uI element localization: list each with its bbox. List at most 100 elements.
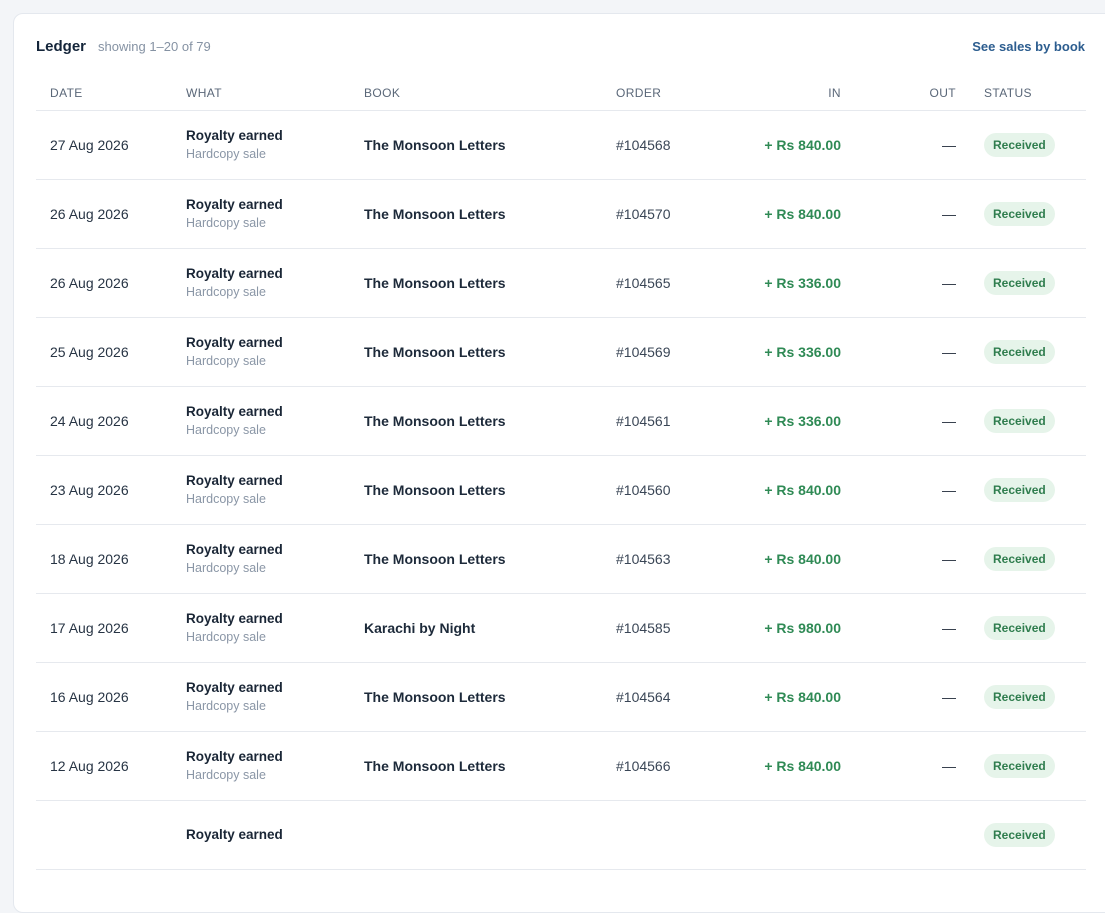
row-order-id[interactable]: #104560	[616, 482, 671, 498]
row-date: 26 Aug 2026	[50, 275, 129, 291]
row-book[interactable]: The Monsoon Letters	[364, 413, 506, 429]
column-header-out[interactable]: OUT	[841, 76, 956, 111]
row-what: Royalty earned	[186, 266, 283, 281]
row-order-id[interactable]: #104563	[616, 551, 671, 567]
row-what: Royalty earned	[186, 128, 283, 143]
status-badge: Received	[984, 133, 1055, 157]
column-header-book[interactable]: BOOK	[364, 76, 616, 111]
table-row[interactable]: 26 Aug 2026 Royalty earned Hardcopy sale…	[36, 179, 1086, 249]
status-badge: Received	[984, 409, 1055, 433]
status-badge: Received	[984, 340, 1055, 364]
row-date: 23 Aug 2026	[50, 482, 129, 498]
row-what-detail: Hardcopy sale	[186, 285, 266, 299]
row-order-id[interactable]: #104565	[616, 275, 671, 291]
row-what-detail: Hardcopy sale	[186, 768, 266, 782]
row-date: 18 Aug 2026	[50, 551, 129, 567]
row-order-id[interactable]: #104585	[616, 620, 671, 636]
status-badge: Received	[984, 754, 1055, 778]
row-in-amount: + Rs 840.00	[764, 482, 841, 498]
table-row[interactable]: 24 Aug 2026 Royalty earned Hardcopy sale…	[36, 386, 1086, 456]
row-book[interactable]: The Monsoon Letters	[364, 275, 506, 291]
row-what-detail: Hardcopy sale	[186, 699, 266, 713]
table-header-row: DATE WHAT BOOK ORDER IN OUT STATUS	[36, 76, 1086, 111]
row-out-amount: —	[942, 344, 956, 360]
column-header-in[interactable]: IN	[736, 76, 841, 111]
row-out-amount: —	[942, 758, 956, 774]
row-what-detail: Hardcopy sale	[186, 423, 266, 437]
table-row[interactable]: 25 Aug 2026 Royalty earned Hardcopy sale…	[36, 317, 1086, 387]
row-what: Royalty earned	[186, 611, 283, 626]
row-book[interactable]: The Monsoon Letters	[364, 482, 506, 498]
table-row[interactable]: 16 Aug 2026 Royalty earned Hardcopy sale…	[36, 662, 1086, 732]
row-what-detail: Hardcopy sale	[186, 354, 266, 368]
row-out-amount: —	[942, 551, 956, 567]
status-badge: Received	[984, 271, 1055, 295]
row-date: 16 Aug 2026	[50, 689, 129, 705]
row-in-amount: + Rs 840.00	[764, 137, 841, 153]
table-row[interactable]: 26 Aug 2026 Royalty earned Hardcopy sale…	[36, 248, 1086, 318]
row-date: 17 Aug 2026	[50, 620, 129, 636]
row-book[interactable]: The Monsoon Letters	[364, 137, 506, 153]
row-what: Royalty earned	[186, 335, 283, 350]
row-in-amount: + Rs 840.00	[764, 758, 841, 774]
status-badge: Received	[984, 202, 1055, 226]
table-row[interactable]: Royalty earned Received	[36, 800, 1086, 870]
row-in-amount: + Rs 336.00	[764, 413, 841, 429]
row-date: 27 Aug 2026	[50, 137, 129, 153]
row-out-amount: —	[942, 275, 956, 291]
row-what: Royalty earned	[186, 680, 283, 695]
row-out-amount: —	[942, 137, 956, 153]
row-order-id[interactable]: #104569	[616, 344, 671, 360]
column-header-status[interactable]: STATUS	[956, 76, 1086, 111]
row-book[interactable]: Karachi by Night	[364, 620, 475, 636]
row-date: 26 Aug 2026	[50, 206, 129, 222]
row-what: Royalty earned	[186, 404, 283, 419]
row-date: 12 Aug 2026	[50, 758, 129, 774]
row-what-detail: Hardcopy sale	[186, 630, 266, 644]
row-what: Royalty earned	[186, 473, 283, 488]
row-what-detail: Hardcopy sale	[186, 147, 266, 161]
ledger-title: Ledger	[36, 37, 87, 55]
row-book[interactable]: The Monsoon Letters	[364, 344, 506, 360]
table-row[interactable]: 27 Aug 2026 Royalty earned Hardcopy sale…	[36, 110, 1086, 180]
row-what-detail: Hardcopy sale	[186, 216, 266, 230]
table-row[interactable]: 12 Aug 2026 Royalty earned Hardcopy sale…	[36, 731, 1086, 801]
row-what-detail: Hardcopy sale	[186, 492, 266, 506]
row-order-id[interactable]: #104570	[616, 206, 671, 222]
row-book[interactable]: The Monsoon Letters	[364, 206, 506, 222]
column-header-date[interactable]: DATE	[36, 76, 186, 111]
row-out-amount: —	[942, 206, 956, 222]
row-order-id[interactable]: #104566	[616, 758, 671, 774]
row-book[interactable]: The Monsoon Letters	[364, 758, 506, 774]
row-what: Royalty earned	[186, 197, 283, 212]
row-what: Royalty earned	[186, 827, 283, 842]
row-in-amount: + Rs 336.00	[764, 275, 841, 291]
row-order-id[interactable]: #104564	[616, 689, 671, 705]
row-out-amount: —	[942, 413, 956, 429]
row-order-id[interactable]: #104568	[616, 137, 671, 153]
ledger-table: DATE WHAT BOOK ORDER IN OUT STATUS 27 Au…	[36, 76, 1086, 870]
row-in-amount: + Rs 840.00	[764, 689, 841, 705]
status-badge: Received	[984, 616, 1055, 640]
table-row[interactable]: 23 Aug 2026 Royalty earned Hardcopy sale…	[36, 455, 1086, 525]
row-book[interactable]: The Monsoon Letters	[364, 551, 506, 567]
status-badge: Received	[984, 823, 1055, 847]
row-what: Royalty earned	[186, 749, 283, 764]
column-header-what[interactable]: WHAT	[186, 76, 364, 111]
ledger-header: Ledger showing 1–20 of 79 See sales by b…	[36, 36, 1085, 56]
row-in-amount: + Rs 840.00	[764, 206, 841, 222]
column-header-order[interactable]: ORDER	[616, 76, 736, 111]
row-order-id[interactable]: #104561	[616, 413, 671, 429]
row-in-amount: + Rs 980.00	[764, 620, 841, 636]
row-book[interactable]: The Monsoon Letters	[364, 689, 506, 705]
table-row[interactable]: 18 Aug 2026 Royalty earned Hardcopy sale…	[36, 524, 1086, 594]
ledger-card: Ledger showing 1–20 of 79 See sales by b…	[13, 13, 1105, 913]
status-badge: Received	[984, 685, 1055, 709]
row-what: Royalty earned	[186, 542, 283, 557]
row-date: 25 Aug 2026	[50, 344, 129, 360]
row-out-amount: —	[942, 689, 956, 705]
see-sales-by-book-link[interactable]: See sales by book	[972, 39, 1085, 54]
row-in-amount: + Rs 840.00	[764, 551, 841, 567]
table-row[interactable]: 17 Aug 2026 Royalty earned Hardcopy sale…	[36, 593, 1086, 663]
row-what-detail: Hardcopy sale	[186, 561, 266, 575]
